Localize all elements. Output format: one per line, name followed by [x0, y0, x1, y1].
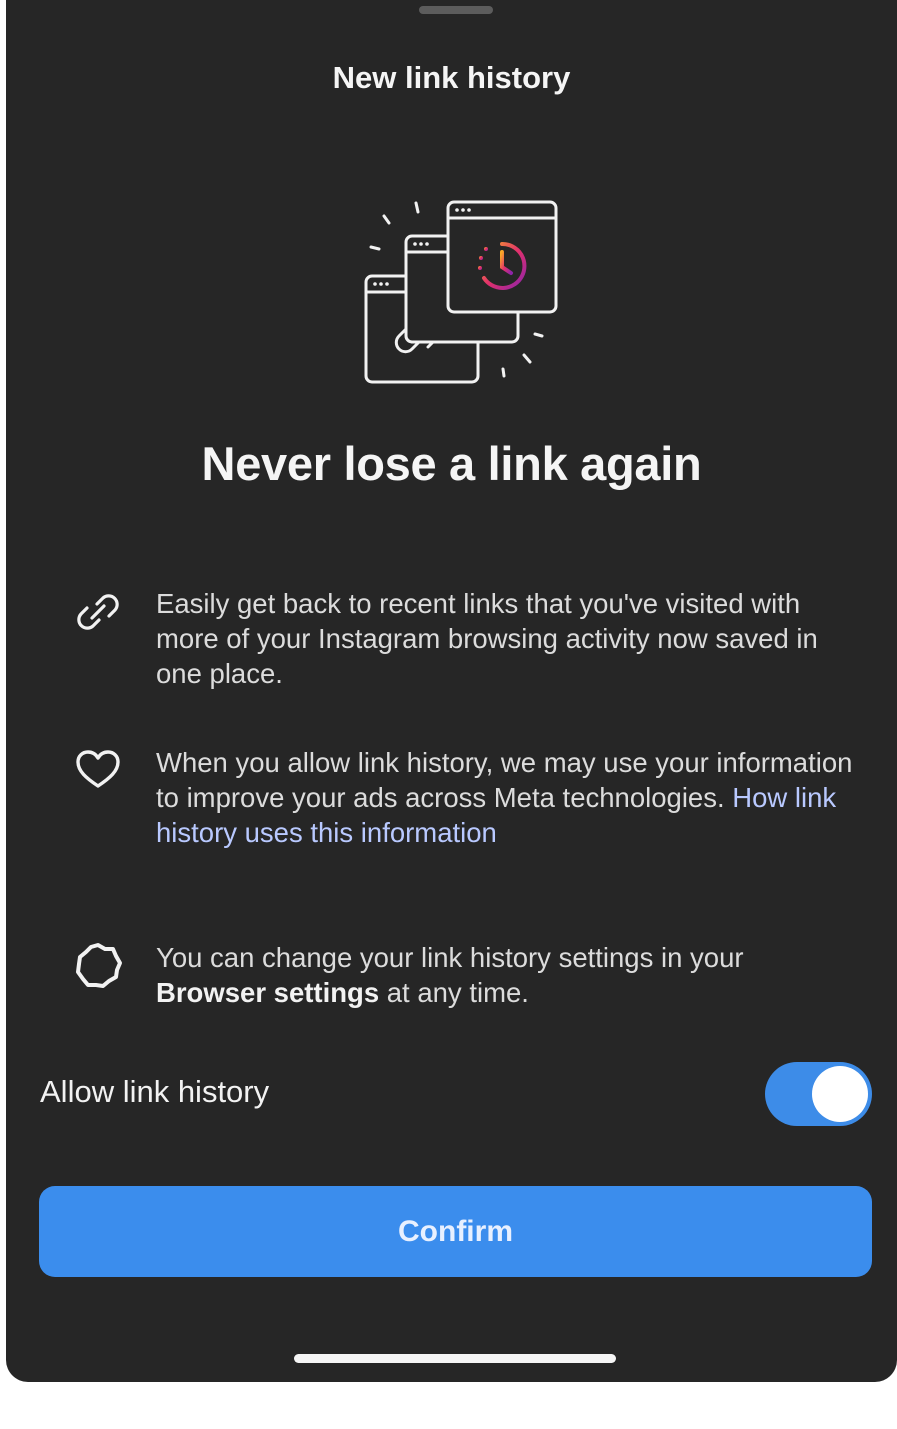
headline: Never lose a link again — [201, 437, 702, 490]
info-text-settings-before: You can change your link history setting… — [156, 942, 744, 973]
allow-link-history-toggle[interactable] — [765, 1062, 872, 1126]
home-indicator — [294, 1354, 616, 1363]
sheet-grabber[interactable] — [419, 6, 493, 14]
info-item-ads: When you allow link history, we may use … — [70, 745, 860, 850]
info-item-link: Easily get back to recent links that you… — [70, 586, 860, 691]
browser-settings-text: Browser settings — [156, 977, 380, 1008]
link-history-illustration — [364, 200, 558, 384]
allow-link-history-label: Allow link history — [40, 1074, 270, 1109]
info-text-settings-after: at any time. — [386, 977, 529, 1008]
link-icon — [70, 586, 126, 642]
info-text-ads: When you allow link history, we may use … — [156, 745, 856, 850]
info-text-settings: You can change your link history setting… — [156, 940, 856, 1010]
bottom-sheet: New link history Never lose a link again… — [6, 0, 897, 1382]
toggle-knob — [812, 1066, 868, 1122]
sheet-title: New link history — [332, 60, 571, 95]
gear-icon — [70, 940, 126, 996]
confirm-button[interactable]: Confirm — [39, 1186, 872, 1277]
heart-icon — [70, 745, 126, 801]
info-item-settings: You can change your link history setting… — [70, 940, 860, 1010]
info-text-link: Easily get back to recent links that you… — [156, 588, 818, 689]
